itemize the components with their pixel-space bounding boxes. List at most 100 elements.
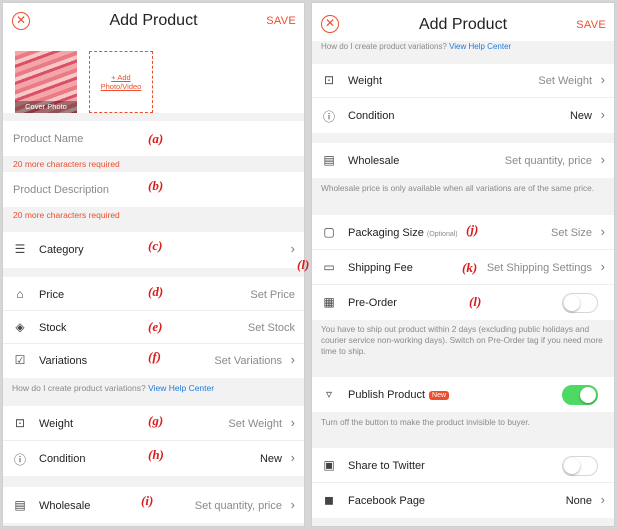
packaging-size-row[interactable]: ▢ Packaging Size (Optional) Set Size › [312, 215, 614, 250]
annotation-i: (i) [141, 493, 154, 508]
list-icon: ☰ [14, 242, 26, 256]
annotation-h: (h) [148, 447, 164, 462]
shipping-fee-label: Shipping Fee [348, 262, 413, 274]
annotation-l-shipping: (l) [297, 257, 310, 272]
facebook-page-row[interactable]: ◼ Facebook Page None › [312, 483, 614, 518]
chevron-right-icon: › [290, 352, 295, 367]
chevron-right-icon: › [600, 152, 605, 167]
header: ✕ Add Product SAVE [312, 3, 614, 41]
scale-icon: ⊡ [14, 416, 26, 430]
price-value: Set Price [250, 289, 295, 301]
truck-icon: ▭ [323, 260, 335, 274]
info-icon: ⓘ [322, 110, 335, 124]
scale-icon: ⊡ [323, 73, 335, 87]
save-button[interactable]: SAVE [576, 19, 606, 31]
annotation-d: (d) [148, 284, 164, 299]
share-twitter-toggle[interactable] [562, 456, 598, 476]
wholesale-icon: ▤ [323, 153, 335, 167]
facebook-page-value: None [565, 495, 592, 507]
weight-row[interactable]: ⊡ Weight Set Weight › [312, 64, 614, 98]
add-photo-video-label: + Add Photo/Video [100, 73, 142, 91]
annotation-c: (c) [148, 238, 163, 253]
pre-order-toggle[interactable] [562, 293, 598, 313]
publish-icon: ▿ [325, 387, 333, 401]
annotation-k: (k) [462, 260, 478, 275]
left-screen: ✕ Add Product SAVE Cover Photo + Add Pho… [2, 2, 305, 527]
wholesale-row[interactable]: ▤ Wholesale Set quantity, price › [312, 143, 614, 178]
page-title: Add Product [418, 16, 508, 33]
cover-photo[interactable]: Cover Photo [15, 51, 77, 113]
packaging-size-value: Set Size [551, 227, 592, 239]
chevron-right-icon: › [290, 497, 295, 512]
product-name-placeholder: Product Name [13, 133, 84, 145]
layers-icon: ◈ [15, 320, 25, 334]
condition-value: New [259, 453, 282, 465]
tag-icon: ⌂ [16, 287, 24, 301]
pre-order-label: Pre-Order [348, 297, 397, 309]
facebook-icon: ◼ [324, 493, 334, 507]
condition-label: Condition [348, 110, 395, 122]
help-center-link[interactable]: View Help Center [148, 383, 214, 393]
packaging-size-label: Packaging Size (Optional) [348, 227, 458, 239]
new-badge: New [429, 391, 450, 400]
condition-value: New [569, 110, 592, 122]
help-text: How do I create product variations? [12, 383, 146, 393]
pre-order-note: You have to ship out product within 2 da… [321, 324, 603, 356]
box-icon: ▢ [323, 225, 335, 239]
product-name-error: 20 more characters required [13, 159, 120, 169]
wholesale-value: Set quantity, price [194, 500, 282, 512]
chevron-right-icon: › [290, 450, 295, 465]
wholesale-icon: ▤ [14, 498, 26, 512]
annotation-b: (b) [148, 178, 164, 193]
weight-value: Set Weight [538, 75, 592, 87]
chevron-right-icon: › [600, 72, 605, 87]
publish-product-row: ▿ Publish Product New [312, 377, 614, 412]
wholesale-note: Wholesale price is only available when a… [321, 183, 595, 193]
product-description-error: 20 more characters required [13, 210, 120, 220]
wholesale-row[interactable]: ▤ Wholesale Set quantity, price › [3, 487, 304, 523]
pre-order-row: ▦ Pre-Order [312, 285, 614, 320]
weight-label: Weight [39, 418, 74, 430]
variations-label: Variations [39, 355, 88, 367]
help-center-link[interactable]: View Help Center [449, 42, 511, 51]
variations-value: Set Variations [214, 355, 282, 367]
chevron-right-icon: › [600, 259, 605, 274]
info-icon: ⓘ [13, 453, 26, 467]
condition-row[interactable]: ⓘ Condition New › [312, 98, 614, 133]
chevron-right-icon: › [290, 241, 295, 256]
add-photo-video-button[interactable]: + Add Photo/Video [89, 51, 153, 113]
stock-label: Stock [39, 322, 67, 334]
share-twitter-label: Share to Twitter [348, 460, 425, 472]
annotation-f: (f) [148, 349, 161, 364]
help-note: How do I create product variations? View… [321, 41, 605, 52]
share-twitter-row: ▣ Share to Twitter [312, 448, 614, 483]
annotation-l: (l) [469, 294, 482, 309]
help-text: How do I create product variations? [321, 42, 447, 51]
chevron-right-icon: › [290, 415, 295, 430]
category-label: Category [39, 244, 84, 256]
facebook-page-label: Facebook Page [348, 495, 426, 507]
help-note: How do I create product variations? View… [12, 383, 295, 394]
publish-product-label: Publish Product New [348, 389, 450, 401]
calendar-icon: ▦ [323, 295, 335, 309]
chevron-right-icon: › [600, 224, 605, 239]
annotation-e: (e) [148, 319, 163, 334]
annotation-a: (a) [148, 131, 164, 146]
annotation-g: (g) [148, 413, 164, 428]
cover-photo-caption: Cover Photo [15, 101, 77, 113]
edit-box-icon: ☑ [14, 353, 26, 367]
wholesale-label: Wholesale [348, 155, 400, 167]
wholesale-label: Wholesale [39, 500, 91, 512]
stock-value: Set Stock [247, 322, 295, 334]
shipping-fee-value: Set Shipping Settings [486, 262, 592, 274]
save-button[interactable]: SAVE [266, 15, 296, 27]
annotation-j: (j) [466, 222, 479, 237]
price-label: Price [39, 289, 65, 301]
publish-product-toggle[interactable] [562, 385, 598, 405]
right-screen: ✕ Add Product SAVE How do I create produ… [311, 2, 615, 527]
header: ✕ Add Product SAVE [3, 3, 304, 41]
page-title: Add Product [109, 12, 198, 29]
product-description-placeholder: Product Description [13, 184, 109, 196]
chevron-right-icon: › [600, 107, 605, 122]
weight-value: Set Weight [228, 418, 282, 430]
